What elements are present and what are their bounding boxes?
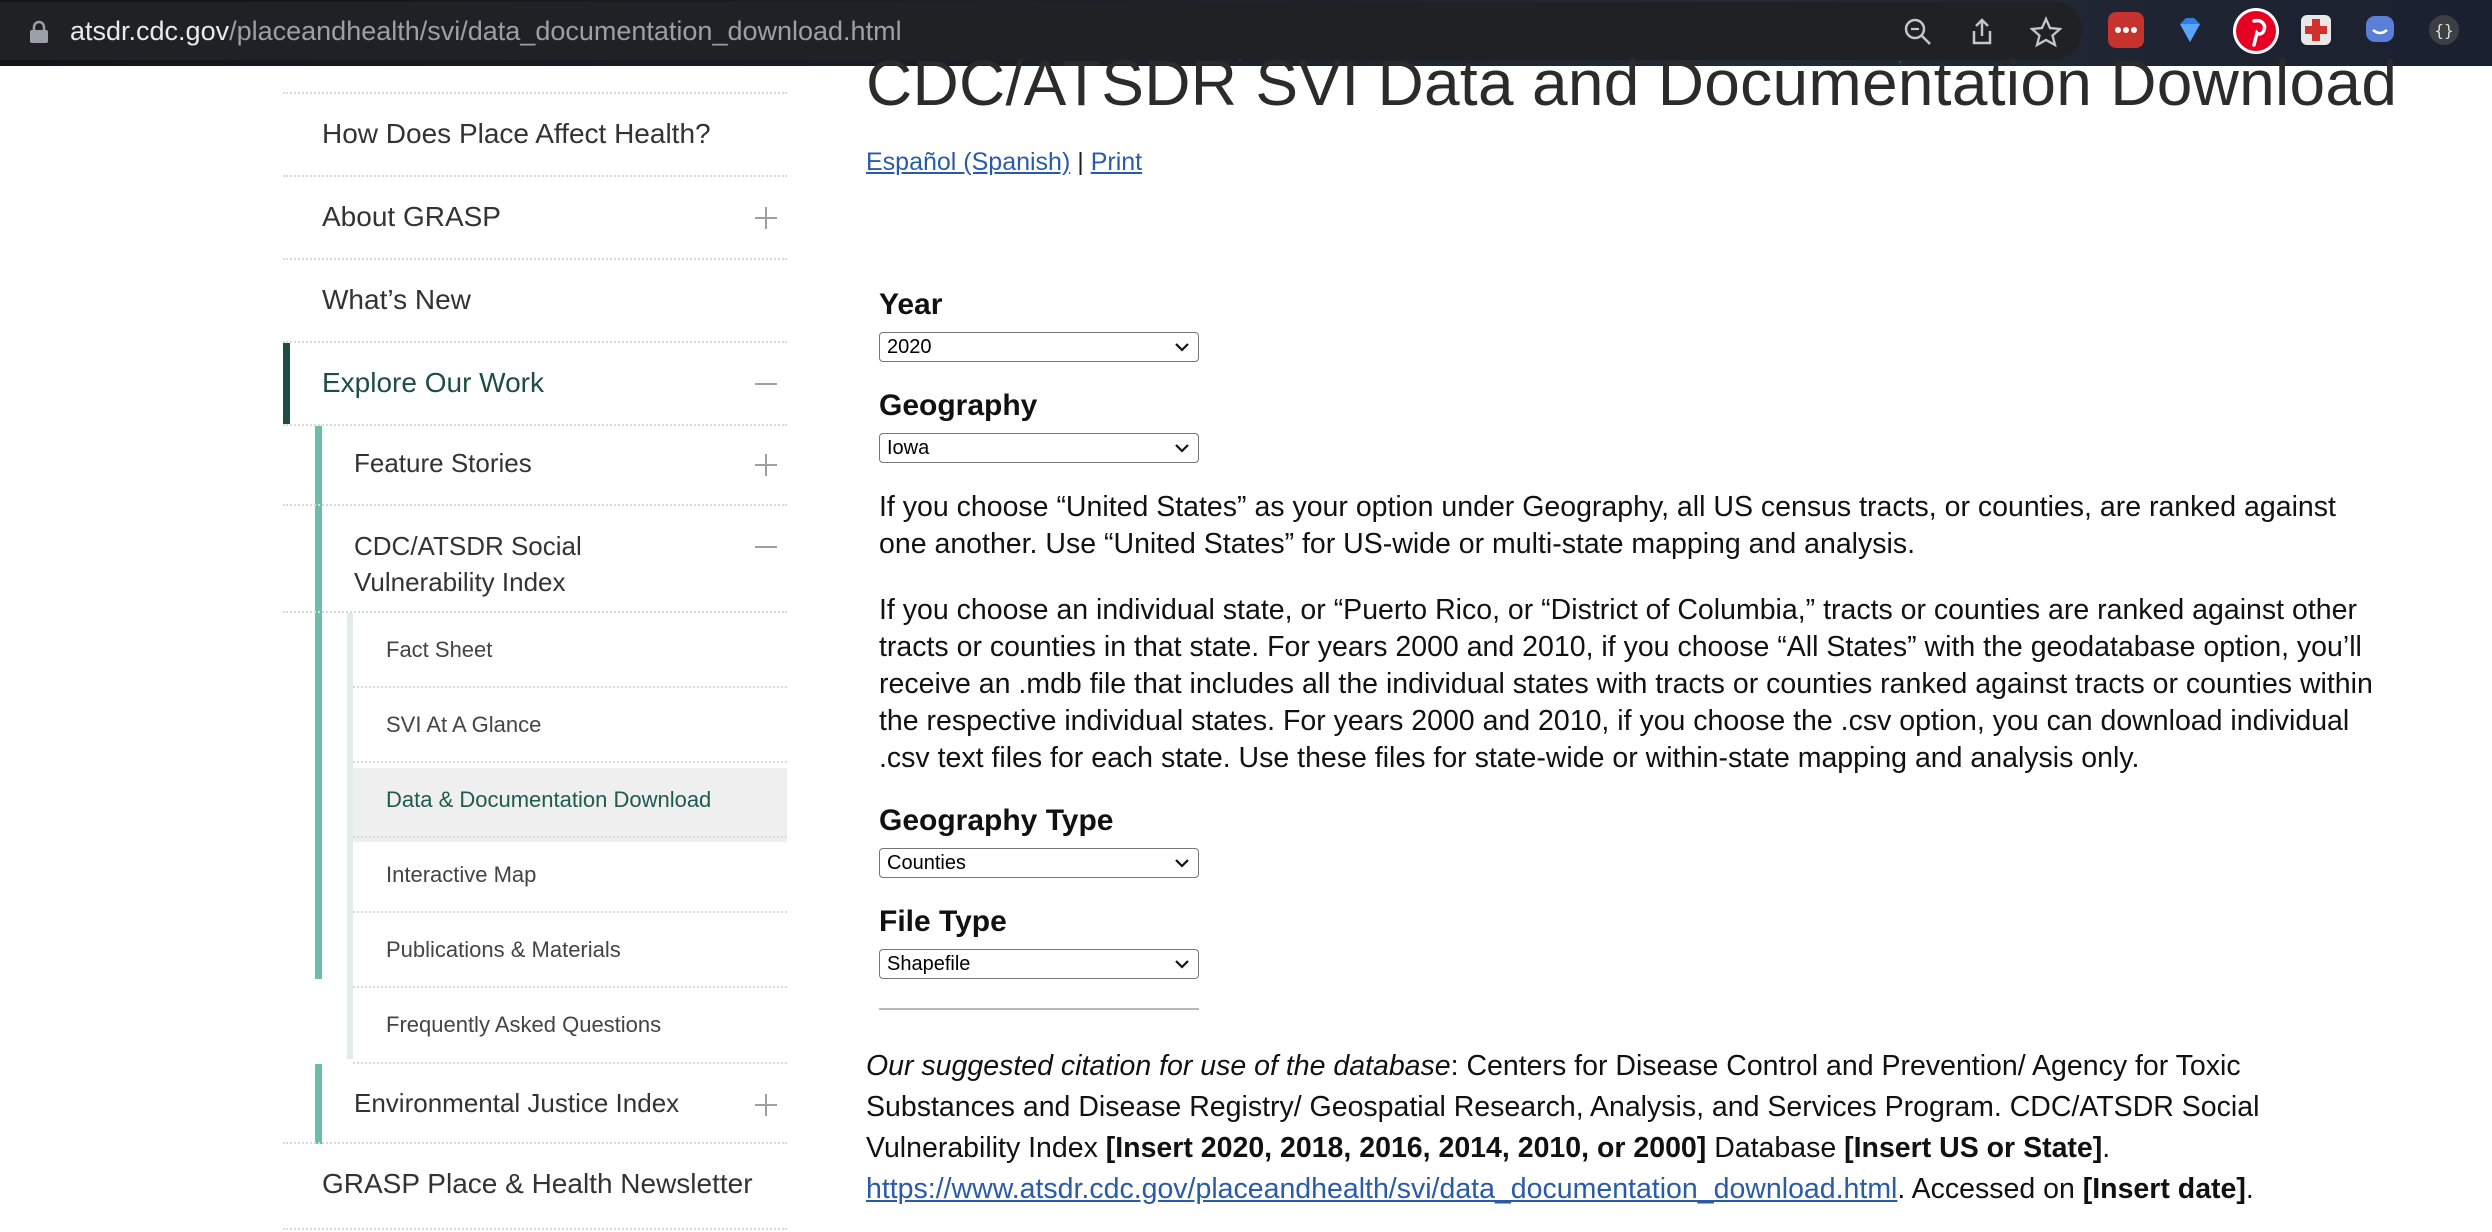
expand-plus-icon[interactable]	[755, 1094, 777, 1116]
chevron-down-icon	[1175, 343, 1189, 352]
sidebar-item-label: How Does Place Affect Health?	[322, 118, 711, 149]
gem-extension-icon[interactable]	[2172, 12, 2208, 48]
sidebar-item-label: Interactive Map	[386, 862, 537, 887]
sidebar-item-label: Frequently Asked Questions	[386, 1012, 662, 1037]
sidebar-item-label: SVI At A Glance	[386, 712, 542, 737]
json-extension-icon[interactable]: {}	[2426, 12, 2462, 48]
citation-region-placeholder: [Insert US or State]	[1844, 1132, 2103, 1164]
geography-type-selected-value: Counties	[887, 852, 966, 874]
expand-plus-icon[interactable]	[755, 207, 777, 229]
form-divider	[879, 1008, 1199, 1010]
file-type-select[interactable]: Shapefile	[879, 949, 1199, 979]
chevron-down-icon	[1175, 859, 1189, 868]
sidebar-item-explore-our-work[interactable]: Explore Our Work	[283, 343, 787, 426]
geography-label: Geography	[879, 389, 1038, 422]
sidebar-item-label: Data & Documentation Download	[386, 787, 712, 812]
sidebar-item-environmental-justice-index[interactable]: Environmental Justice Index	[283, 1064, 787, 1144]
zoom-icon[interactable]	[1902, 16, 1934, 48]
sidebar-item-label: Environmental Justice Index	[354, 1088, 680, 1118]
sidebar-item-label: Publications & Materials	[386, 937, 621, 962]
year-selected-value: 2020	[887, 336, 932, 358]
file-type-label: File Type	[879, 905, 1007, 938]
citation-text: . Accessed on	[1897, 1173, 2083, 1205]
geography-help-paragraph-2: If you choose an individual state, or “P…	[879, 594, 2373, 774]
sidebar-item-about-grasp[interactable]: About GRASP	[283, 177, 787, 260]
file-type-selected-value: Shapefile	[887, 953, 971, 975]
sidebar-item-faq[interactable]: Frequently Asked Questions	[353, 988, 787, 1064]
collapse-minus-icon[interactable]	[755, 536, 777, 558]
share-icon[interactable]	[1966, 16, 1998, 48]
sidebar-item-label: CDC/ATSDR Social Vulnerability Index	[354, 531, 582, 597]
spanish-link[interactable]: Español (Spanish)	[866, 148, 1070, 176]
sidebar-item-label: What’s New	[322, 284, 471, 315]
geography-type-select[interactable]: Counties	[879, 848, 1199, 878]
sidebar-item-interactive-map[interactable]: Interactive Map	[353, 838, 787, 913]
svg-text:{}: {}	[2434, 21, 2453, 40]
link-separator: |	[1077, 148, 1084, 176]
expand-plus-icon[interactable]	[755, 454, 777, 476]
url-path: /placeandhealth/svi/data_documentation_d…	[229, 16, 902, 46]
geography-select[interactable]: Iowa	[879, 433, 1199, 463]
sidebar-item-feature-stories[interactable]: Feature Stories	[283, 426, 787, 506]
sidebar-item-label: Fact Sheet	[386, 637, 493, 662]
collapse-minus-icon[interactable]	[755, 373, 777, 395]
sidebar-item-label: GRASP Place & Health Newsletter	[322, 1168, 753, 1199]
citation-text: .	[2102, 1132, 2111, 1164]
sidebar-item-label: Feature Stories	[354, 448, 532, 478]
sidebar-item-svi[interactable]: CDC/ATSDR Social Vulnerability Index	[283, 506, 787, 613]
citation-year-placeholder: [Insert 2020, 2018, 2016, 2014, 2010, or…	[1105, 1132, 1707, 1164]
chevron-down-icon	[1175, 444, 1189, 453]
active-section-bar	[283, 343, 290, 424]
chevron-down-icon	[1175, 960, 1189, 969]
citation-paragraph: Our suggested citation for use of the da…	[866, 1046, 2396, 1210]
sidebar-item-label: Explore Our Work	[322, 367, 544, 398]
citation-text: Database	[1706, 1132, 1845, 1164]
geography-type-label: Geography Type	[879, 804, 1114, 837]
citation-date-placeholder: [Insert date]	[2082, 1173, 2246, 1205]
year-label: Year	[879, 288, 943, 321]
sidebar-item-svi-at-a-glance[interactable]: SVI At A Glance	[353, 688, 787, 763]
url-text[interactable]: atsdr.cdc.gov/placeandhealth/svi/data_do…	[70, 14, 902, 48]
geography-help-paragraph-1: If you choose “United States” as your op…	[879, 491, 2336, 560]
sidebar-item-fact-sheet[interactable]: Fact Sheet	[353, 613, 787, 688]
sidebar-item-label: About GRASP	[322, 201, 501, 232]
print-link[interactable]: Print	[1091, 148, 1142, 176]
sidebar-item-data-documentation-download[interactable]: Data & Documentation Download	[353, 763, 787, 838]
page-title: CDC/ATSDR SVI Data and Documentation Dow…	[866, 47, 2398, 119]
citation-lead: Our suggested citation for use of the da…	[866, 1050, 1451, 1082]
citation-url-link[interactable]: https://www.atsdr.cdc.gov/placeandhealth…	[866, 1173, 1897, 1205]
language-links: Español (Spanish) | Print	[866, 148, 1142, 177]
first-aid-extension-icon[interactable]	[2298, 12, 2334, 48]
sidebar-item-publications[interactable]: Publications & Materials	[353, 913, 787, 988]
lock-icon[interactable]	[26, 19, 52, 45]
sidebar-item-newsletter[interactable]: GRASP Place & Health Newsletter	[283, 1144, 787, 1230]
star-icon[interactable]	[2030, 16, 2062, 48]
lastpass-extension-icon[interactable]	[2108, 12, 2144, 48]
year-select[interactable]: 2020	[879, 332, 1199, 362]
sidebar-item-previous	[283, 66, 787, 94]
citation-text: .	[2245, 1173, 2254, 1205]
sidebar-item-whats-new[interactable]: What’s New	[283, 260, 787, 343]
sidebar-item-place-affect-health[interactable]: How Does Place Affect Health?	[283, 94, 787, 177]
url-host: atsdr.cdc.gov	[70, 16, 230, 46]
geography-selected-value: Iowa	[887, 437, 930, 459]
chat-extension-icon[interactable]	[2362, 12, 2398, 48]
